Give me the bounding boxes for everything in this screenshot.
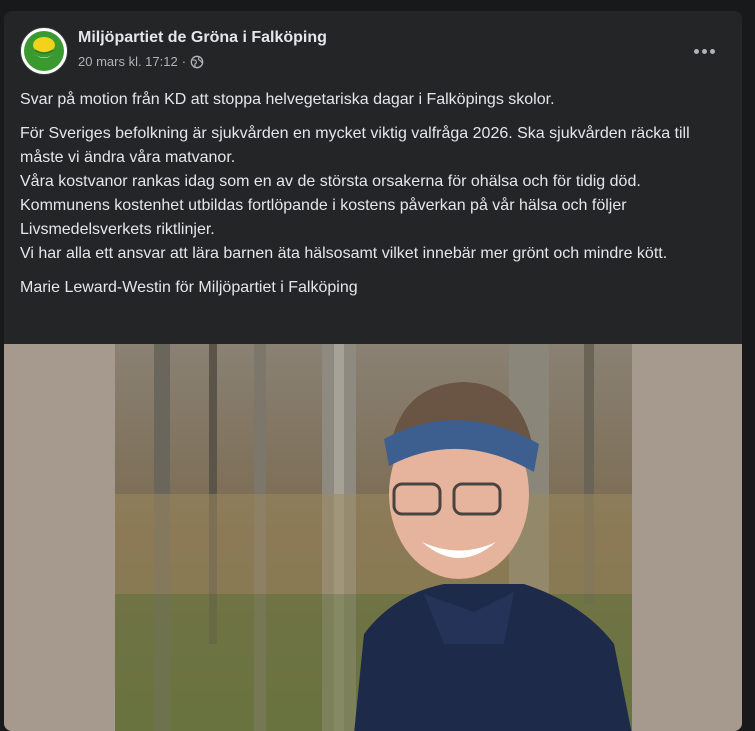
post-text: Svar på motion från KD att stoppa helveg… (20, 88, 720, 310)
post-photo[interactable] (4, 344, 742, 731)
globe-icon (190, 55, 204, 68)
post-meta: 20 mars kl. 17:12 · (78, 54, 204, 69)
portrait-photo (4, 344, 742, 731)
post-timestamp[interactable]: 20 mars kl. 17:12 (78, 54, 178, 69)
post-paragraph: För Sveriges befolkning är sjukvården en… (20, 125, 690, 262)
post-paragraph: Marie Leward-Westin för Miljöpartiet i F… (20, 279, 358, 296)
page-avatar[interactable] (20, 27, 68, 75)
post-paragraph: Svar på motion från KD att stoppa helveg… (20, 91, 555, 108)
post-card: Miljöpartiet de Gröna i Falköping 20 mar… (4, 11, 742, 731)
page-name-link[interactable]: Miljöpartiet de Gröna i Falköping (78, 29, 327, 47)
more-options-icon (693, 48, 699, 54)
dandelion-logo-icon (24, 31, 64, 71)
more-options-button[interactable] (686, 37, 722, 65)
post-header: Miljöpartiet de Gröna i Falköping 20 mar… (20, 27, 726, 75)
meta-separator: · (181, 54, 187, 69)
